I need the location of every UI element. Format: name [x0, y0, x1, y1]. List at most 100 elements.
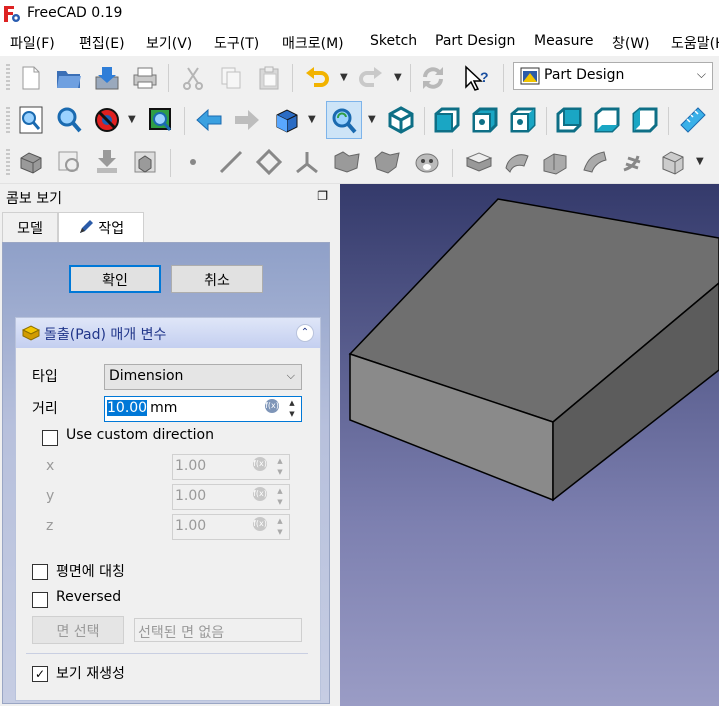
fit-selection-icon[interactable] [52, 103, 86, 137]
update-view-checkbox[interactable]: ✓ [32, 666, 48, 682]
expression-icon[interactable]: f(x) [265, 399, 279, 413]
sheep-icon[interactable] [410, 145, 444, 179]
menu-edit[interactable]: 편집(E) [79, 33, 125, 53]
3d-viewport[interactable] [340, 184, 719, 706]
print-icon[interactable] [128, 61, 162, 95]
rear-view-icon[interactable] [552, 103, 586, 137]
toolbar-grip[interactable] [6, 64, 10, 92]
draw-style-dropdown-icon[interactable]: ▼ [128, 114, 136, 125]
create-body-icon[interactable] [14, 145, 48, 179]
pad-parameters-box: 돌출(Pad) 매개 변수 ⌃ 타입 Dimension ⌵ 거리 10.00 m… [15, 317, 321, 701]
menu-part-design[interactable]: Part Design [435, 33, 515, 49]
menu-help[interactable]: 도움말(H) [671, 33, 719, 53]
expression-icon[interactable]: f(x) [253, 487, 267, 501]
custom-direction-checkbox[interactable] [42, 430, 58, 446]
datum-point-icon[interactable] [176, 145, 210, 179]
menu-macro[interactable]: 매크로(M) [282, 33, 344, 53]
datum-line-icon[interactable] [214, 145, 248, 179]
refresh-icon[interactable] [416, 61, 450, 95]
revolution-icon[interactable] [500, 145, 534, 179]
local-coordinate-system-icon[interactable] [290, 145, 324, 179]
isometric-view-icon[interactable] [384, 103, 418, 137]
menu-measure[interactable]: Measure [534, 33, 594, 49]
float-panel-icon[interactable]: ❐ [317, 189, 328, 203]
draw-style-icon[interactable] [90, 103, 124, 137]
whats-this-icon[interactable]: ? [460, 61, 494, 95]
toolbar-separator [546, 107, 547, 135]
top-view-icon[interactable] [468, 103, 502, 137]
workbench-selector[interactable]: Part Design ⌵ [513, 62, 713, 90]
cancel-button[interactable]: 취소 [171, 265, 263, 293]
datum-plane-icon[interactable] [252, 145, 286, 179]
type-select[interactable]: Dimension ⌵ [104, 364, 302, 390]
measure-distance-icon[interactable] [676, 103, 710, 137]
chevron-down-icon: ⌵ [286, 369, 295, 382]
new-document-icon[interactable] [14, 61, 48, 95]
paste-icon[interactable] [252, 61, 286, 95]
select-face-button[interactable]: 면 선택 [32, 616, 124, 644]
sub-shape-binder-icon[interactable] [330, 145, 364, 179]
selected-face-field[interactable]: 선택된 면 없음 [134, 618, 302, 642]
std-views-icon[interactable] [270, 103, 304, 137]
zoom-views-icon[interactable] [326, 101, 362, 139]
menu-tools[interactable]: 도구(T) [214, 33, 259, 53]
tab-task-label: 작업 [98, 221, 125, 237]
create-sketch-icon[interactable] [52, 145, 86, 179]
redo-icon[interactable] [354, 61, 388, 95]
direction-x-input[interactable]: 1.00 f(x) ▲ ▼ [172, 454, 290, 480]
spin-buttons[interactable]: ▲ ▼ [272, 486, 288, 508]
front-view-icon[interactable] [430, 103, 464, 137]
length-input[interactable]: 10.00 mm f(x) ▲ ▼ [104, 396, 302, 422]
bottom-view-icon[interactable] [590, 103, 624, 137]
clone-icon[interactable] [370, 145, 404, 179]
ok-button[interactable]: 확인 [69, 265, 161, 293]
tab-model[interactable]: 모델 [2, 212, 58, 242]
update-view-label: 보기 재생성 [56, 666, 125, 682]
tab-task[interactable]: 작업 [58, 212, 144, 242]
cut-icon[interactable] [176, 61, 210, 95]
right-view-icon[interactable] [506, 103, 540, 137]
combo-view-title: 콤보 보기 [6, 191, 62, 207]
open-icon[interactable] [52, 61, 86, 95]
direction-y-input[interactable]: 1.00 f(x) ▲ ▼ [172, 484, 290, 510]
symmetric-checkbox[interactable] [32, 564, 48, 580]
additive-primitive-dropdown-icon[interactable]: ▼ [696, 156, 704, 167]
additive-primitive-icon[interactable] [656, 145, 690, 179]
undo-dropdown-icon[interactable]: ▼ [340, 72, 348, 83]
fit-all-icon[interactable] [14, 103, 48, 137]
loft-icon[interactable] [538, 145, 572, 179]
redo-dropdown-icon[interactable]: ▼ [394, 72, 402, 83]
spin-buttons[interactable]: ▲ ▼ [272, 516, 288, 538]
menu-window[interactable]: 창(W) [612, 33, 650, 53]
pad-box-solid[interactable] [340, 184, 719, 706]
collapse-icon[interactable]: ⌃ [296, 324, 314, 342]
forward-icon[interactable] [230, 103, 264, 137]
shape-binder-icon[interactable] [128, 145, 162, 179]
direction-z-input[interactable]: 1.00 f(x) ▲ ▼ [172, 514, 290, 540]
toolbar-grip[interactable] [6, 107, 10, 135]
zoom-dropdown-icon[interactable]: ▼ [368, 114, 376, 125]
reversed-checkbox[interactable] [32, 592, 48, 608]
expression-icon[interactable]: f(x) [253, 457, 267, 471]
toolbar-separator [424, 107, 425, 135]
bounding-box-icon[interactable] [144, 103, 178, 137]
std-views-dropdown-icon[interactable]: ▼ [308, 114, 316, 125]
pad-parameters-header[interactable]: 돌출(Pad) 매개 변수 ⌃ [16, 318, 320, 348]
save-icon[interactable] [90, 61, 124, 95]
menu-view[interactable]: 보기(V) [146, 33, 192, 53]
back-icon[interactable] [192, 103, 226, 137]
copy-icon[interactable] [214, 61, 248, 95]
sweep-icon[interactable] [578, 145, 612, 179]
pad-icon[interactable] [462, 145, 496, 179]
reversed-label: Reversed [56, 589, 122, 605]
toolbar-grip[interactable] [6, 149, 10, 177]
spin-buttons[interactable]: ▲ ▼ [284, 398, 300, 420]
validate-sketch-icon[interactable] [90, 145, 124, 179]
left-view-icon[interactable] [628, 103, 662, 137]
undo-icon[interactable] [300, 61, 334, 95]
spin-buttons[interactable]: ▲ ▼ [272, 456, 288, 478]
menu-file[interactable]: 파일(F) [10, 33, 55, 53]
helix-icon[interactable] [616, 145, 650, 179]
expression-icon[interactable]: f(x) [253, 517, 267, 531]
menu-sketch[interactable]: Sketch [370, 33, 417, 49]
